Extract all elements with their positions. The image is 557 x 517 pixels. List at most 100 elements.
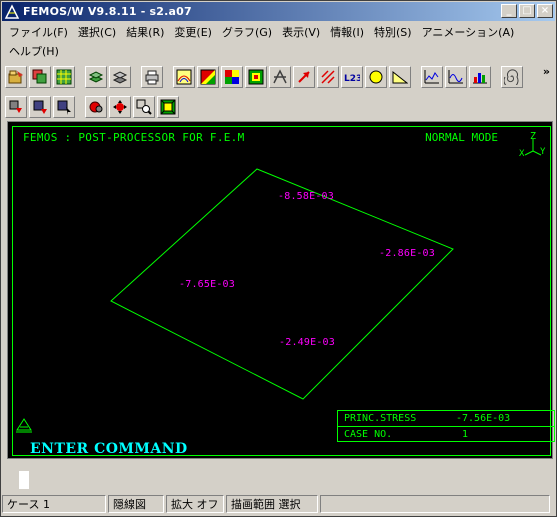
app-window: FEMOS/W V9.8.11 - s2.a07 _ □ × ファイル(F) 選択… [0,0,557,517]
label-l23-button[interactable]: L23 [341,66,363,88]
ruler-button[interactable] [389,66,411,88]
graphics-viewport[interactable]: FEMOS : POST-PROCESSOR FOR F.E.M NORMAL … [7,121,555,489]
layers2-button[interactable] [109,66,131,88]
contour-fill-icon [200,69,216,85]
maximize-button[interactable]: □ [519,4,535,18]
toolbar-view [5,94,181,120]
circle-icon [369,70,383,84]
zoom-button[interactable] [133,96,155,118]
minimize-icon: _ [506,5,512,16]
node-value-left: -7.65E-03 [179,279,235,290]
node-value-right: -2.86E-03 [379,248,435,259]
label-l23-icon: L23 [344,74,360,84]
menu-item-row1-8[interactable]: アニメーション(A) [418,24,521,40]
step-cursor-icon [57,100,71,115]
menu-item-row1-7[interactable]: 特別(S) [370,24,418,40]
menu-item-row2-0[interactable]: ヘルプ(H) [5,43,65,59]
fit-icon [160,99,176,115]
case-number-label: CASE NO. [344,428,393,440]
graph-line-icon [424,70,439,84]
pan-button[interactable] [85,96,107,118]
menu-item-row1-0[interactable]: ファイル(F) [5,24,74,40]
menu-item-row1-1[interactable]: 選択(C) [74,24,122,40]
toolbar-more-icon[interactable]: » [543,65,550,78]
toolbar-main: L23 [5,64,525,90]
graph-line-button[interactable] [421,66,443,88]
result-type-label: PRINC.STRESS [344,413,417,424]
case-number-value: 1 [462,428,469,440]
status-bar: ケース 1 隠線図 拡大 オフ 描画範囲 選択 [2,494,555,514]
contour-button[interactable] [173,66,195,88]
result-info-box: PRINC.STRESS -7.56E-03 CASE NO. 1 [337,410,555,442]
close-icon: × [540,5,550,16]
menu-item-row1-6[interactable]: 情報(I) [326,24,370,40]
copy-icon [32,69,47,84]
open-button[interactable] [5,66,27,88]
print-button[interactable] [141,66,163,88]
contour-icon [176,69,192,85]
window-title: FEMOS/W V9.8.11 - s2.a07 [23,5,192,18]
result-type-value: -7.56E-03 [456,413,511,424]
vector-button[interactable] [317,66,339,88]
node-value-bottom: -2.49E-03 [279,337,335,348]
status-draw-range: 描画範囲 選択 [226,495,318,513]
menu-bar: ファイル(F) 選択(C) 結果(R) 変更(E) グラフ(G) 表示(V) 情報(I) 特別… [5,22,554,60]
status-extra [320,495,550,513]
arrow-button[interactable] [293,66,315,88]
grid-color-icon [225,70,239,84]
spiral-icon [504,69,519,85]
step-cursor-button[interactable] [53,96,75,118]
graph-bar-icon [473,73,487,84]
status-hidden-line: 隠線図 [108,495,164,513]
viewport-frame: FEMOS : POST-PROCESSOR FOR F.E.M NORMAL … [12,126,555,456]
copy-button[interactable] [29,66,51,88]
grid-color-button[interactable] [221,66,243,88]
menu-item-row1-5[interactable]: 表示(V) [278,24,326,40]
move-icon [113,100,127,114]
deform-icon [273,69,287,84]
menu-item-row1-4[interactable]: グラフ(G) [218,24,278,40]
circle-button[interactable] [365,66,387,88]
graph-wave-button[interactable] [445,66,467,88]
deform-button[interactable] [269,66,291,88]
ruler-icon [392,70,408,84]
step-down-icon [9,100,22,113]
layers2-icon [112,71,128,84]
command-prompt: ENTER COMMAND [30,441,188,457]
layers-button[interactable] [85,66,107,88]
vector-icon [321,70,335,84]
print-icon [145,70,159,85]
layers-icon [88,71,104,83]
mesh-color-button[interactable] [245,66,267,88]
command-cursor[interactable] [19,471,29,489]
arrow-icon [298,71,310,83]
graph-wave-icon [448,70,463,84]
svg-text:L23: L23 [344,74,360,84]
status-case: ケース 1 [2,495,106,513]
node-value-top: -8.58E-03 [278,191,334,202]
mesh-color-icon [248,69,264,85]
load-support-icon [16,418,32,433]
grid-icon [56,69,72,85]
graph-bar-button[interactable] [469,66,491,88]
menu-item-row1-3[interactable]: 変更(E) [170,24,218,40]
fit-button[interactable] [157,96,179,118]
step-down-button[interactable] [5,96,27,118]
mesh-element [110,168,454,400]
close-button[interactable]: × [537,4,553,18]
contour-fill-button[interactable] [197,66,219,88]
menu-item-row1-2[interactable]: 結果(R) [122,24,170,40]
zoom-icon [136,99,152,115]
maximize-icon: □ [522,5,532,16]
app-icon [4,3,20,20]
pan-icon [89,101,103,113]
open-icon [8,70,23,84]
spiral-button[interactable] [501,66,523,88]
status-zoom: 拡大 オフ [166,495,224,513]
minimize-button[interactable]: _ [501,4,517,18]
move-button[interactable] [109,96,131,118]
grid-button[interactable] [53,66,75,88]
step-down-alt-button[interactable] [29,96,51,118]
title-bar[interactable]: FEMOS/W V9.8.11 - s2.a07 _ □ × [2,2,555,21]
step-down-alt-icon [33,100,47,114]
